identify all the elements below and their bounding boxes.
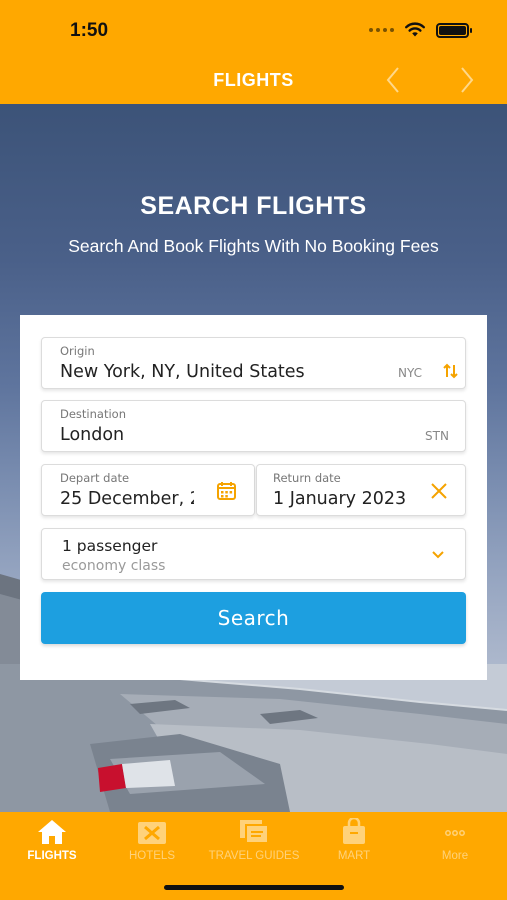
search-button[interactable]: Search: [41, 592, 466, 644]
battery-icon: [436, 22, 472, 38]
status-bar: 1:50: [0, 0, 507, 58]
origin-code: NYC: [398, 366, 423, 380]
tab-hotels-label: HOTELS: [128, 850, 175, 862]
tab-hotels[interactable]: HOTELS: [102, 818, 202, 868]
tab-flights-label: FLIGHTS: [27, 850, 77, 862]
tab-more-label: More: [441, 850, 469, 862]
chevron-right-icon[interactable]: [452, 64, 480, 96]
destination-code: STN: [425, 429, 449, 443]
home-indicator: [164, 885, 344, 890]
nav-bar: FLIGHTS: [0, 58, 507, 104]
return-date-label: Return date: [273, 471, 341, 485]
guides-icon: [240, 820, 269, 844]
tab-mart-label: MART: [337, 850, 371, 862]
return-date-value: 1 January 2023: [273, 489, 407, 509]
passenger-selector[interactable]: 1 passenger economy class: [41, 528, 466, 580]
origin-value: New York, NY, United States: [60, 362, 305, 382]
swap-icon[interactable]: [442, 362, 460, 380]
passenger-count: 1 passenger: [62, 537, 158, 555]
signal-icon: [369, 28, 394, 32]
depart-date-label: Depart date: [60, 471, 130, 485]
cabin-class: economy class: [62, 558, 166, 574]
nav-title: FLIGHTS: [213, 70, 294, 90]
depart-date-field[interactable]: Depart date 25 December, 2022: [41, 464, 255, 516]
tab-more[interactable]: More: [405, 818, 505, 868]
depart-date-value: 25 December, 2022: [60, 489, 194, 509]
status-time: 1:50: [70, 20, 109, 41]
hero-title: SEARCH FLIGHTS: [140, 192, 367, 220]
hotel-icon: [138, 822, 166, 844]
more-icon: [445, 830, 465, 836]
return-date-field[interactable]: Return date 1 January 2023: [256, 464, 466, 516]
tab-travel-guides[interactable]: TRAVEL GUIDES: [204, 818, 304, 868]
calendar-icon[interactable]: [216, 480, 237, 501]
tab-travel-guides-label: TRAVEL GUIDES: [208, 850, 300, 862]
search-card: Origin New York, NY, United States NYC D…: [20, 315, 487, 680]
destination-label: Destination: [60, 407, 126, 421]
shopping-bag-icon: [343, 818, 365, 844]
tab-mart[interactable]: MART: [304, 818, 404, 868]
clear-return-icon[interactable]: [429, 481, 449, 501]
origin-label: Origin: [60, 344, 95, 358]
destination-field[interactable]: Destination London STN: [41, 400, 466, 452]
tab-flights[interactable]: FLIGHTS: [2, 818, 102, 868]
chevron-left-icon[interactable]: [380, 64, 408, 96]
origin-field[interactable]: Origin New York, NY, United States NYC: [41, 337, 466, 389]
chevron-down-icon: [432, 551, 444, 559]
status-icons: [369, 22, 472, 38]
home-icon: [38, 820, 66, 844]
hero-subtitle: Search And Book Flights With No Booking …: [68, 236, 439, 256]
destination-value: London: [60, 425, 125, 445]
wifi-icon: [405, 22, 425, 37]
